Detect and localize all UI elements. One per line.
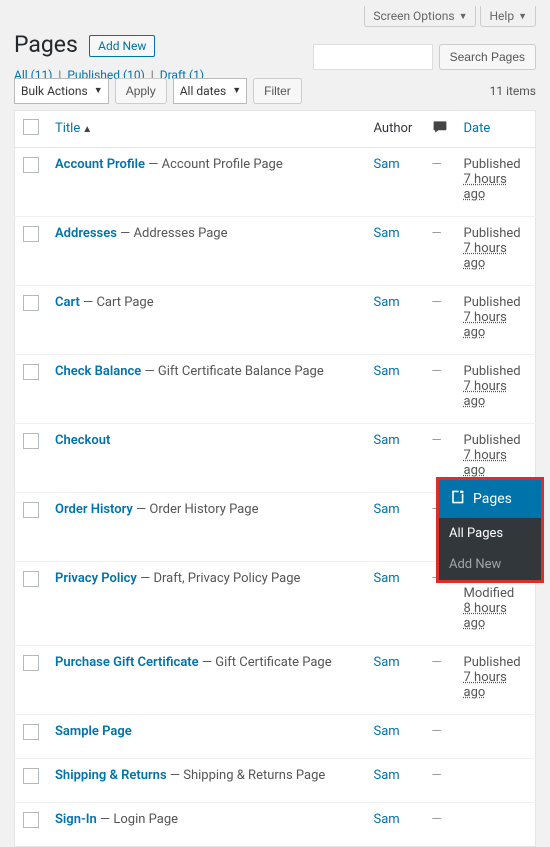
row-subtitle: — Addresses Page xyxy=(117,226,228,241)
row-checkbox[interactable] xyxy=(23,812,39,828)
filter-button[interactable]: Filter xyxy=(253,78,302,104)
col-date[interactable]: Date xyxy=(456,110,536,147)
comment-count: — xyxy=(432,364,442,379)
col-author[interactable]: Author xyxy=(366,110,424,147)
table-row: Account Profile — Account Profile Page Sa… xyxy=(15,147,536,216)
row-title-link[interactable]: Check Balance xyxy=(55,364,141,379)
comment-count: — xyxy=(432,655,442,670)
col-comments[interactable] xyxy=(424,110,456,147)
table-row: Purchase Gift Certificate — Gift Certifi… xyxy=(15,645,536,714)
row-checkbox[interactable] xyxy=(23,226,39,242)
search-input[interactable] xyxy=(313,44,433,70)
row-checkbox[interactable] xyxy=(23,364,39,380)
row-title-link[interactable]: Sample Page xyxy=(55,724,132,739)
apply-button[interactable]: Apply xyxy=(115,78,167,104)
date-cell: Published7 hours ago xyxy=(456,645,536,714)
row-checkbox[interactable] xyxy=(23,724,39,740)
author-link[interactable]: Sam xyxy=(374,295,400,310)
row-checkbox[interactable] xyxy=(23,295,39,311)
help-label: Help xyxy=(489,9,514,23)
row-checkbox[interactable] xyxy=(23,433,39,449)
row-title-link[interactable]: Cart xyxy=(55,295,80,310)
chevron-down-icon: ▼ xyxy=(94,85,103,96)
select-all-checkbox[interactable] xyxy=(23,119,39,135)
row-subtitle: — Account Profile Page xyxy=(145,157,283,172)
chevron-down-icon: ▼ xyxy=(232,85,241,96)
table-row: Cart — Cart Page Sam — Published7 hours ago xyxy=(15,285,536,354)
date-cell: Published7 hours ago xyxy=(456,147,536,216)
row-subtitle: — Login Page xyxy=(97,812,178,827)
table-row: Sign-In — Login Page Sam — xyxy=(15,802,536,846)
author-link[interactable]: Sam xyxy=(374,502,400,517)
row-checkbox[interactable] xyxy=(23,571,39,587)
row-title-link[interactable]: Order History xyxy=(55,502,133,517)
dates-select[interactable]: All dates ▼ xyxy=(173,78,247,104)
author-link[interactable]: Sam xyxy=(374,433,400,448)
comment-icon xyxy=(432,119,448,133)
add-new-button[interactable]: Add New xyxy=(89,35,155,57)
comment-count: — xyxy=(432,226,442,241)
row-title-link[interactable]: Addresses xyxy=(55,226,117,241)
date-cell xyxy=(456,714,536,758)
sort-asc-icon: ▲ xyxy=(82,124,92,135)
author-link[interactable]: Sam xyxy=(374,812,400,827)
date-cell: Published7 hours ago xyxy=(456,216,536,285)
author-link[interactable]: Sam xyxy=(374,571,400,586)
chevron-down-icon: ▼ xyxy=(459,11,468,22)
bulk-actions-select[interactable]: Bulk Actions ▼ xyxy=(14,78,109,104)
comment-count: — xyxy=(432,768,442,783)
row-title-link[interactable]: Purchase Gift Certificate xyxy=(55,655,199,670)
row-title-link[interactable]: Privacy Policy xyxy=(55,571,137,586)
date-cell: Published7 hours ago xyxy=(456,285,536,354)
row-subtitle: — Order History Page xyxy=(133,502,259,517)
col-title[interactable]: Title▲ xyxy=(47,110,366,147)
author-link[interactable]: Sam xyxy=(374,364,400,379)
screen-options-tab[interactable]: Screen Options ▼ xyxy=(364,6,476,27)
table-row: Addresses — Addresses Page Sam — Published7… xyxy=(15,216,536,285)
page-title: Pages xyxy=(14,31,78,58)
row-subtitle: — Shipping & Returns Page xyxy=(167,768,326,783)
row-subtitle: — Gift Certificate Page xyxy=(199,655,332,670)
chevron-down-icon: ▼ xyxy=(518,11,527,22)
comment-count: — xyxy=(432,295,442,310)
date-cell xyxy=(456,802,536,846)
author-link[interactable]: Sam xyxy=(374,655,400,670)
table-row: Check Balance — Gift Certificate Balance… xyxy=(15,354,536,423)
author-link[interactable]: Sam xyxy=(374,724,400,739)
author-link[interactable]: Sam xyxy=(374,768,400,783)
row-title-link[interactable]: Checkout xyxy=(55,433,110,448)
row-title-link[interactable]: Sign-In xyxy=(55,812,97,827)
comment-count: — xyxy=(432,812,442,827)
comment-count: — xyxy=(432,157,442,172)
author-link[interactable]: Sam xyxy=(374,157,400,172)
table-row: Sample Page Sam — xyxy=(15,714,536,758)
row-checkbox[interactable] xyxy=(23,655,39,671)
items-count: 11 items xyxy=(490,84,536,98)
table-row: Shipping & Returns — Shipping & Returns … xyxy=(15,758,536,802)
screen-options-label: Screen Options xyxy=(373,9,454,23)
row-checkbox[interactable] xyxy=(23,502,39,518)
date-cell xyxy=(456,758,536,802)
comment-count: — xyxy=(432,724,442,739)
pages-icon xyxy=(449,489,465,509)
row-checkbox[interactable] xyxy=(23,768,39,784)
submenu-add-new[interactable]: Add New xyxy=(439,549,541,580)
comment-count: — xyxy=(432,433,442,448)
row-subtitle: — Draft, Privacy Policy Page xyxy=(137,571,301,586)
submenu-head-pages[interactable]: Pages xyxy=(439,480,541,518)
author-link[interactable]: Sam xyxy=(374,226,400,241)
date-cell: Published7 hours ago xyxy=(456,354,536,423)
submenu-all-pages[interactable]: All Pages xyxy=(439,518,541,549)
search-button[interactable]: Search Pages xyxy=(439,44,536,70)
help-tab[interactable]: Help ▼ xyxy=(480,6,536,27)
row-subtitle: — Gift Certificate Balance Page xyxy=(141,364,323,379)
row-checkbox[interactable] xyxy=(23,157,39,173)
row-subtitle: — Cart Page xyxy=(80,295,154,310)
admin-submenu-pages: Pages All Pages Add New xyxy=(436,477,544,583)
row-title-link[interactable]: Shipping & Returns xyxy=(55,768,167,783)
row-title-link[interactable]: Account Profile xyxy=(55,157,145,172)
